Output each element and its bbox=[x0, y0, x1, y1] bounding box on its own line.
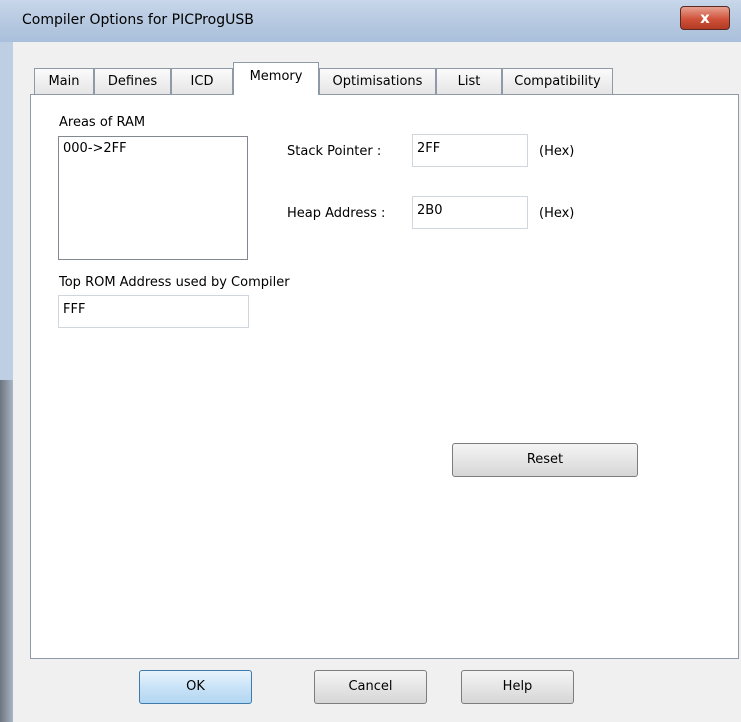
tab-optimisations[interactable]: Optimisations bbox=[319, 68, 436, 94]
heap-address-input[interactable]: 2B0 bbox=[412, 196, 528, 229]
tab-label: Optimisations bbox=[332, 74, 423, 89]
tab-label: Defines bbox=[107, 74, 158, 89]
tab-main[interactable]: Main bbox=[34, 68, 94, 94]
tab-compatibility[interactable]: Compatibility bbox=[502, 68, 613, 94]
top-rom-value: FFF bbox=[63, 302, 86, 317]
close-button[interactable]: x bbox=[680, 6, 730, 30]
close-icon: x bbox=[700, 9, 710, 27]
tab-label: Memory bbox=[249, 69, 303, 84]
window-left-shadow bbox=[0, 380, 13, 722]
cancel-button-label: Cancel bbox=[348, 679, 393, 694]
reset-button[interactable]: Reset bbox=[452, 443, 638, 477]
help-button-label: Help bbox=[502, 679, 533, 694]
ok-button[interactable]: OK bbox=[139, 670, 252, 704]
stack-pointer-input[interactable]: 2FF bbox=[412, 134, 528, 167]
tab-icd[interactable]: ICD bbox=[171, 68, 233, 94]
window-title: Compiler Options for PICProgUSB bbox=[22, 12, 254, 28]
window-titlebar: Compiler Options for PICProgUSB x bbox=[0, 0, 741, 42]
dialog-client-area: Main Defines ICD Memory Optimisations Li… bbox=[13, 42, 741, 722]
tab-list[interactable]: List bbox=[436, 68, 502, 94]
heap-address-unit: (Hex) bbox=[539, 206, 575, 221]
heap-address-label: Heap Address : bbox=[287, 206, 386, 221]
tab-label: ICD bbox=[190, 74, 214, 89]
tab-memory[interactable]: Memory bbox=[233, 62, 319, 95]
help-button[interactable]: Help bbox=[461, 670, 574, 704]
tab-label: Main bbox=[48, 74, 80, 89]
stack-pointer-unit: (Hex) bbox=[539, 144, 575, 159]
ram-areas-label: Areas of RAM bbox=[59, 115, 146, 130]
tab-label: Compatibility bbox=[514, 74, 601, 89]
stack-pointer-value: 2FF bbox=[417, 141, 441, 156]
top-rom-label: Top ROM Address used by Compiler bbox=[59, 275, 290, 290]
top-rom-input[interactable]: FFF bbox=[58, 295, 249, 328]
ram-areas-list[interactable]: 000->2FF bbox=[58, 136, 248, 260]
tab-label: List bbox=[457, 74, 481, 89]
ok-button-label: OK bbox=[186, 679, 205, 694]
list-item[interactable]: 000->2FF bbox=[63, 141, 127, 156]
reset-button-label: Reset bbox=[526, 452, 564, 467]
cancel-button[interactable]: Cancel bbox=[314, 670, 427, 704]
tab-defines[interactable]: Defines bbox=[94, 68, 171, 94]
memory-tab-panel: Areas of RAM 000->2FF Stack Pointer : 2F… bbox=[30, 94, 739, 659]
heap-address-value: 2B0 bbox=[417, 203, 443, 218]
stack-pointer-label: Stack Pointer : bbox=[287, 144, 382, 159]
